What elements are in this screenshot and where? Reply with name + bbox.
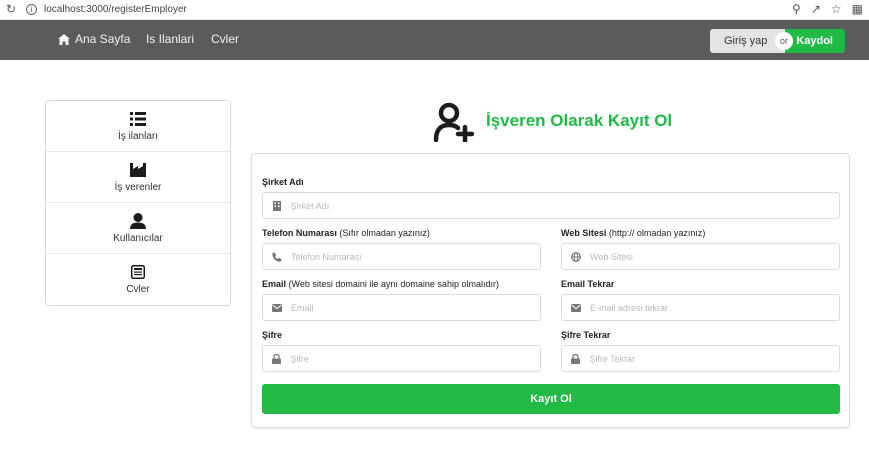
mail-icon [272, 303, 282, 313]
phone-label: Telefon Numarası (Sıfır olmadan yazınız) [262, 228, 430, 238]
newspaper-icon [129, 264, 147, 280]
or-divider: or [775, 32, 793, 50]
sidebar-item-label: Cvler [126, 284, 150, 295]
register-button[interactable]: Kaydol [785, 29, 845, 53]
password-repeat-input[interactable] [589, 353, 839, 364]
share-icon[interactable]: ↗ [811, 2, 821, 16]
password-repeat-label: Şifre Tekrar [561, 330, 611, 340]
email-repeat-label: Email Tekrar [561, 279, 615, 289]
mail-icon [571, 303, 581, 313]
star-icon[interactable]: ☆ [831, 2, 842, 16]
lock-icon [272, 353, 282, 364]
phone-field: Telefon Numarası (Sıfır olmadan yazınız) [262, 228, 541, 270]
password-field: Şifre [262, 330, 541, 372]
email-input-wrapper[interactable] [262, 294, 541, 321]
nav-cvs[interactable]: Cvler [211, 32, 239, 46]
email-field: Email (Web sitesi domaini ile aynı domai… [262, 279, 541, 321]
home-icon [58, 33, 70, 45]
sidebar-menu: İş ilanları İş verenler Kullanıcılar Cvl… [45, 100, 231, 306]
website-input-wrapper[interactable] [561, 243, 840, 270]
password-repeat-field: Şifre Tekrar [561, 330, 840, 372]
sidebar-item-users[interactable]: Kullanıcılar [46, 203, 230, 254]
nav-home-label: Ana Sayfa [75, 32, 131, 46]
sidebar-item-jobs[interactable]: İş ilanları [46, 101, 230, 152]
company-label: Şirket Adı [262, 177, 304, 187]
phone-input[interactable] [291, 251, 540, 262]
building-icon [272, 200, 282, 211]
website-label: Web Sitesi (http:// olmadan yazınız) [561, 228, 706, 238]
sidebar-item-label: İş verenler [114, 181, 162, 193]
phone-icon [272, 252, 282, 262]
register-form: Şirket Adı Telefon Numarası (Sıfır olmad… [251, 153, 850, 428]
submit-button[interactable]: Kayıt Ol [262, 384, 840, 414]
email-input[interactable] [291, 302, 540, 313]
nav-home[interactable]: Ana Sayfa [58, 32, 130, 46]
page-title: İşveren Olarak Kayıt Ol [486, 111, 673, 130]
address-bar[interactable]: localhost:3000/registerEmployer [44, 4, 187, 15]
auth-buttons: Giriş yap or Kaydol [710, 29, 845, 53]
password-input-wrapper[interactable] [262, 345, 541, 372]
sidebar-item-label: İş ilanları [117, 130, 158, 142]
top-navbar: Ana Sayfa Is Ilanlari Cvler Giriş yap or… [0, 20, 869, 60]
company-input[interactable] [290, 200, 839, 211]
email-repeat-input[interactable] [590, 302, 839, 313]
zoom-icon[interactable]: ⚲ [792, 2, 801, 16]
lock-icon [571, 353, 581, 364]
email-repeat-field: Email Tekrar [561, 279, 840, 321]
sidebar-item-cvs[interactable]: Cvler [46, 254, 230, 305]
nav-jobs-label: Is Ilanlari [146, 32, 195, 46]
nav-cvs-label: Cvler [211, 32, 240, 46]
password-input[interactable] [290, 353, 540, 364]
sidebar-item-employers[interactable]: İş verenler [46, 152, 230, 203]
nav-jobs[interactable]: Is Ilanlari [146, 32, 194, 46]
user-icon [129, 212, 147, 229]
info-icon[interactable]: i [26, 4, 37, 15]
company-input-wrapper[interactable] [262, 192, 840, 219]
password-label: Şifre [262, 330, 283, 340]
industry-icon [129, 162, 147, 178]
email-repeat-input-wrapper[interactable] [561, 294, 840, 321]
extension-icon[interactable]: ▦ [852, 2, 863, 16]
page-header: İşveren Olarak Kayıt Ol [432, 100, 672, 142]
globe-icon [571, 251, 581, 262]
password-repeat-input-wrapper[interactable] [561, 345, 840, 372]
email-label: Email (Web sitesi domaini ile aynı domai… [262, 279, 499, 289]
user-plus-icon [433, 102, 474, 142]
company-field: Şirket Adı [262, 177, 840, 219]
website-input[interactable] [590, 251, 839, 262]
website-field: Web Sitesi (http:// olmadan yazınız) [561, 228, 840, 270]
sidebar-item-label: Kullanıcılar [113, 232, 163, 244]
list-icon [129, 111, 147, 127]
browser-toolbar: ↻ i localhost:3000/registerEmployer ⚲ ↗ … [0, 0, 869, 20]
login-button[interactable]: Giriş yap [710, 29, 785, 53]
reload-icon[interactable]: ↻ [6, 2, 16, 16]
phone-input-wrapper[interactable] [262, 243, 541, 270]
